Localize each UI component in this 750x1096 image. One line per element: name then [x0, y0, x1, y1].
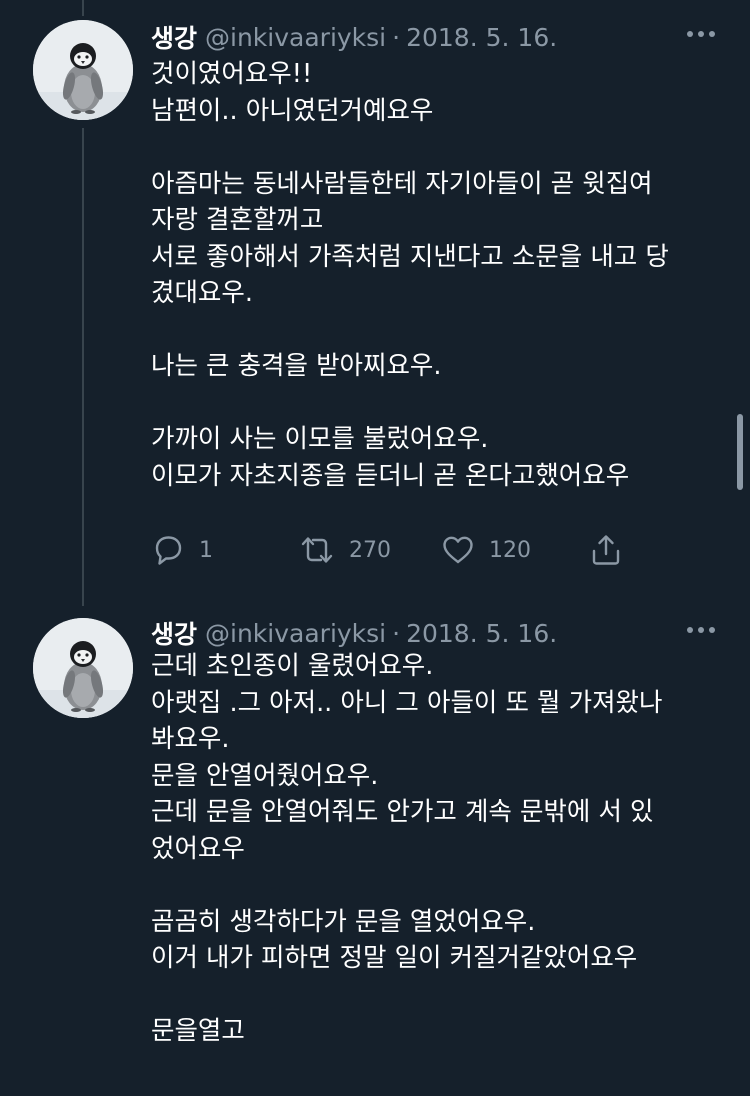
share-icon: [592, 535, 620, 565]
penguin-chick-icon: [33, 20, 133, 120]
tweet-text-line: [151, 129, 721, 166]
tweet-text-line: 서로 좋아해서 가족처럼 지낸다고 소문을 내고 당: [151, 241, 669, 272]
tweet-text-line: 남편이.. 아니였던거예요우: [151, 95, 434, 126]
tweet-text-line: 이모가 자초지종을 듣더니 곧 온다고했어요우: [151, 460, 630, 491]
tweet-date[interactable]: 2018. 5. 16.: [406, 23, 557, 52]
reply-button[interactable]: 1: [151, 530, 213, 570]
tweet-text-line: 아즘마는 동네사람들한테 자기아들이 곧 윗집여: [151, 168, 653, 199]
separator-dot: ·: [392, 22, 401, 52]
tweet-text-line: 이거 내가 피하면 정말 일이 커질거같았어요우: [151, 943, 638, 973]
tweet-text-line: 자랑 결혼할꺼고: [151, 205, 324, 235]
penguin-chick-icon: [33, 618, 133, 718]
tweet-text-line: 가까이 사는 이모를 불렀어요우.: [151, 424, 489, 454]
share-button[interactable]: [589, 530, 623, 570]
tweet[interactable]: 생강 @inkivaariyksi · 2018. 5. 16. 것이였어요우!…: [0, 0, 750, 600]
avatar[interactable]: [33, 20, 133, 120]
more-options-button[interactable]: [684, 17, 718, 51]
tweet-text-line: 겼대요우.: [151, 278, 253, 308]
retweet-icon: [301, 537, 333, 563]
tweet-header: 생강 @inkivaariyksi · 2018. 5. 16.: [151, 616, 557, 650]
tweet-header: 생강 @inkivaariyksi · 2018. 5. 16.: [151, 20, 557, 54]
tweet-text-line: [151, 867, 721, 904]
tweet-text-line: 곰곰히 생각하다가 문을 열었어요우.: [151, 906, 536, 937]
display-name[interactable]: 생강: [151, 615, 197, 651]
more-horizontal-icon: [687, 627, 715, 633]
heart-icon: [443, 536, 473, 564]
more-options-button[interactable]: [684, 613, 718, 647]
tweet-text-line: 었어요우: [151, 833, 245, 864]
like-button[interactable]: 120: [441, 530, 531, 570]
retweet-count: 270: [349, 537, 391, 563]
reply-icon: [155, 536, 182, 565]
retweet-button[interactable]: 270: [299, 530, 391, 570]
tweet-text-line: 아랫집 .그 아저.. 아니 그 아들이 또 뭘 가져왔나: [151, 687, 663, 718]
avatar[interactable]: [33, 618, 133, 718]
tweet[interactable]: 생강 @inkivaariyksi · 2018. 5. 16. 근데 초인종이…: [0, 600, 750, 1096]
more-horizontal-icon: [687, 31, 715, 37]
separator-dot: ·: [392, 618, 401, 648]
tweet-text-line: 문을 안열어줬어요우.: [151, 760, 379, 791]
tweet-text: 것이였어요우!! 남편이.. 아니였던거예요우 아즘마는 동네사람들한테 자기아…: [151, 56, 721, 494]
tweet-text-line: 봐요우.: [151, 724, 230, 754]
user-handle[interactable]: @inkivaariyksi: [205, 619, 386, 648]
tweet-text-line: [151, 977, 721, 1014]
tweet-text-line: 나는 큰 충격을 받아찌요우.: [151, 351, 442, 381]
tweet-text-line: 문을열고: [151, 1016, 245, 1046]
tweet-text-line: [151, 312, 721, 349]
tweet-date[interactable]: 2018. 5. 16.: [406, 619, 557, 648]
scrollbar-thumb[interactable]: [737, 414, 743, 490]
tweet-text-line: 근데 문을 안열어줘도 안가고 계속 문밖에 서 있: [151, 797, 654, 827]
tweet-actions: 1 270 120: [151, 530, 631, 570]
tweet-text-line: 근데 초인종이 울렸어요우.: [151, 651, 434, 681]
tweet-text-line: 것이였어요우!!: [151, 59, 313, 89]
display-name[interactable]: 생강: [151, 19, 197, 55]
tweet-text: 근데 초인종이 울렸어요우. 아랫집 .그 아저.. 아니 그 아들이 또 뭘 …: [151, 648, 721, 1050]
user-handle[interactable]: @inkivaariyksi: [205, 23, 386, 52]
tweet-text-line: [151, 385, 721, 422]
like-count: 120: [489, 537, 531, 563]
reply-count: 1: [199, 537, 213, 563]
